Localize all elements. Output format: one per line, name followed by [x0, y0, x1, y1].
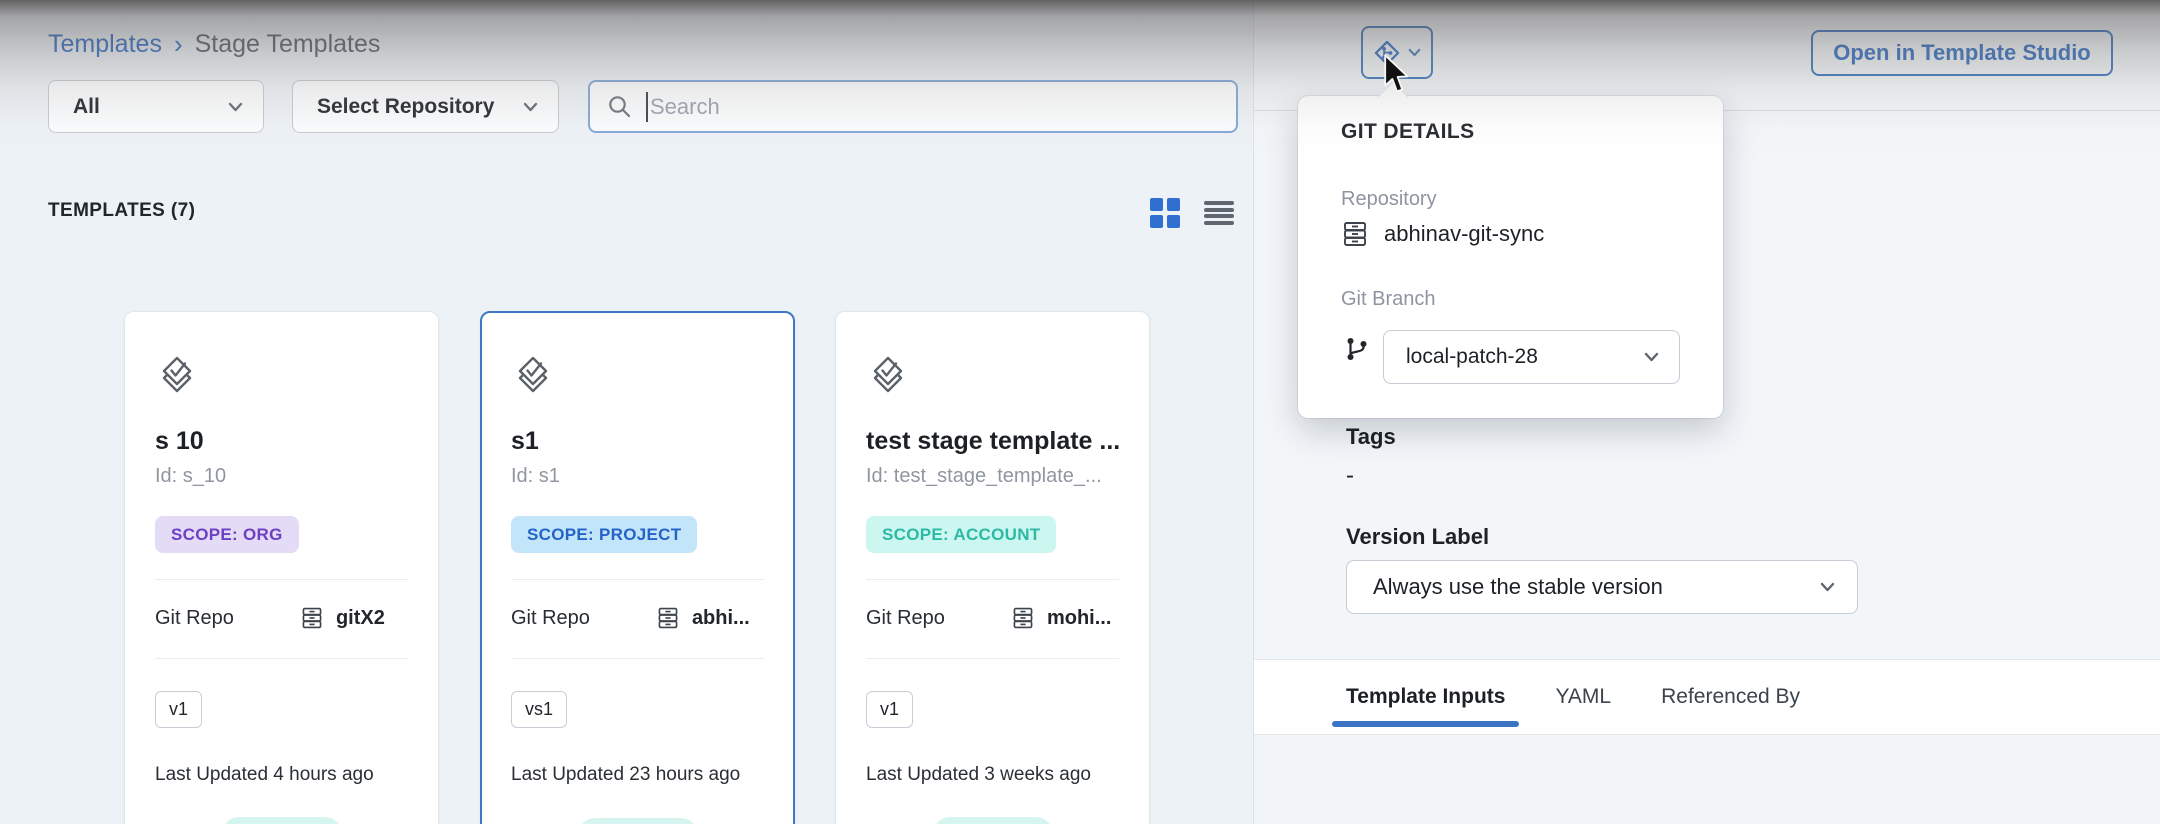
repository-label: Repository [1341, 188, 1437, 211]
template-card-s10[interactable]: s 10 Id: s_10 SCOPE: ORG Git Repo gitX2 … [124, 311, 439, 824]
git-repo-value: gitX2 [336, 607, 385, 630]
view-toggle [1150, 198, 1234, 228]
template-card-s1[interactable]: s1 Id: s1 SCOPE: PROJECT Git Repo abhi..… [480, 311, 795, 824]
templates-count-label: TEMPLATES (7) [48, 200, 195, 222]
search-input[interactable]: Search [588, 80, 1238, 133]
repo-icon [1011, 606, 1035, 630]
text-cursor [646, 92, 648, 122]
repo-icon [1341, 220, 1369, 248]
last-updated: Last Updated 3 weeks ago [866, 764, 1119, 786]
template-id: Id: s_10 [155, 465, 408, 488]
chevron-down-icon [1408, 48, 1421, 57]
tags-label: Tags [1346, 424, 1396, 450]
git-repo-value: mohi... [1047, 607, 1111, 630]
git-repo-label: Git Repo [155, 607, 234, 630]
branch-icon [1344, 336, 1370, 362]
stage-type-pill [222, 817, 342, 824]
git-repo-label: Git Repo [511, 607, 590, 630]
divider [866, 658, 1119, 659]
repository-dropdown[interactable]: Select Repository [292, 80, 559, 133]
stage-template-icon [511, 352, 555, 396]
version-chip: v1 [155, 691, 202, 728]
scope-badge: SCOPE: PROJECT [511, 516, 697, 553]
template-title: test stage template ... [866, 427, 1119, 456]
tab-yaml[interactable]: YAML [1541, 659, 1625, 735]
grid-view-icon[interactable] [1150, 198, 1180, 228]
template-details-panel: Open in Template Studio GIT DETAILS Repo… [1253, 0, 2160, 824]
git-repo-value: abhi... [692, 607, 750, 630]
version-chip: vs1 [511, 691, 567, 728]
tab-referenced-by[interactable]: Referenced By [1647, 659, 1814, 735]
tags-value: - [1346, 462, 1354, 490]
template-type-dropdown[interactable]: All [48, 80, 264, 133]
version-select-value: Always use the stable version [1373, 574, 1663, 600]
branch-select-value: local-patch-28 [1406, 345, 1538, 369]
template-id: Id: test_stage_template_... [866, 465, 1119, 488]
divider [155, 579, 408, 580]
breadcrumb-templates-link[interactable]: Templates [48, 30, 162, 59]
template-id: Id: s1 [511, 465, 764, 488]
git-details-popover: GIT DETAILS Repository abhinav-git-sync … [1298, 96, 1723, 418]
breadcrumb-separator-icon: › [174, 32, 183, 57]
stage-template-icon [155, 352, 199, 396]
repository-dropdown-value: Select Repository [317, 95, 494, 119]
git-sync-icon [1373, 39, 1401, 67]
repo-icon [300, 606, 324, 630]
breadcrumb: Templates › Stage Templates [48, 30, 380, 59]
search-icon [606, 93, 634, 121]
repository-value: abhinav-git-sync [1384, 221, 1544, 247]
git-branch-label: Git Branch [1341, 288, 1435, 311]
divider [866, 579, 1119, 580]
open-in-template-studio-button[interactable]: Open in Template Studio [1811, 30, 2113, 76]
version-label: Version Label [1346, 524, 1489, 550]
filter-bar: All Select Repository [48, 80, 559, 133]
template-card-test-stage[interactable]: test stage template ... Id: test_stage_t… [835, 311, 1150, 824]
breadcrumb-current: Stage Templates [195, 30, 381, 59]
divider [511, 579, 764, 580]
git-details-title: GIT DETAILS [1341, 120, 1475, 144]
template-type-value: All [73, 95, 100, 119]
tab-content-area [1254, 736, 2160, 824]
chevron-down-icon [1820, 582, 1835, 592]
search-placeholder: Search [650, 94, 720, 120]
git-details-button[interactable] [1361, 26, 1433, 79]
chevron-down-icon [523, 102, 538, 112]
divider [511, 658, 764, 659]
version-chip: v1 [866, 691, 913, 728]
scope-badge: SCOPE: ORG [155, 516, 299, 553]
stage-type-pill [933, 817, 1053, 824]
chevron-down-icon [1644, 352, 1659, 362]
stage-templates-page: Templates › Stage Templates All Select R… [0, 0, 2160, 824]
version-select[interactable]: Always use the stable version [1346, 560, 1858, 614]
scope-badge: SCOPE: ACCOUNT [866, 516, 1056, 553]
chevron-down-icon [228, 102, 243, 112]
template-title: s1 [511, 427, 764, 456]
list-view-icon[interactable] [1204, 198, 1234, 228]
branch-select[interactable]: local-patch-28 [1383, 330, 1680, 384]
last-updated: Last Updated 23 hours ago [511, 764, 764, 786]
last-updated: Last Updated 4 hours ago [155, 764, 408, 786]
stage-template-icon [866, 352, 910, 396]
repo-icon [656, 606, 680, 630]
template-title: s 10 [155, 427, 408, 456]
stage-type-pill [578, 818, 698, 824]
tab-template-inputs[interactable]: Template Inputs [1332, 659, 1519, 735]
divider [155, 658, 408, 659]
popover-arrow [1377, 81, 1408, 112]
git-repo-label: Git Repo [866, 607, 945, 630]
details-tabs: Template Inputs YAML Referenced By [1254, 659, 2160, 735]
